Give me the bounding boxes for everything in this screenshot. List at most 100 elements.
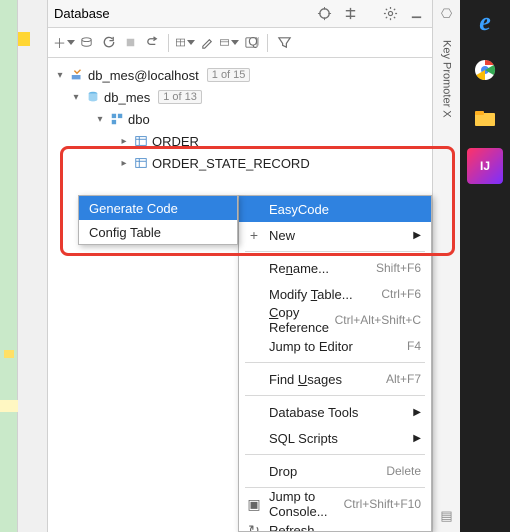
menu-label: Drop bbox=[269, 464, 297, 479]
chevron-down-icon[interactable]: ▾ bbox=[54, 70, 66, 81]
chevron-right-icon: ▶ bbox=[405, 433, 421, 444]
tree-label: ORDER bbox=[152, 134, 199, 149]
minimize-icon[interactable] bbox=[406, 4, 426, 24]
shortcut: Ctrl+F6 bbox=[381, 287, 421, 301]
windows-taskbar: e IJ bbox=[460, 0, 510, 532]
menu-separator bbox=[245, 454, 425, 455]
count-badge: 1 of 15 bbox=[207, 68, 251, 82]
editor-gutter-right bbox=[18, 0, 48, 532]
add-icon[interactable]: ＋ bbox=[54, 33, 74, 53]
menu-separator bbox=[245, 251, 425, 252]
svg-text:QL: QL bbox=[248, 35, 259, 48]
chevron-right-icon: ▶ bbox=[405, 407, 421, 418]
menu-item-sql-scripts[interactable]: SQL Scripts ▶ bbox=[239, 425, 431, 451]
menu-label: SQL Scripts bbox=[269, 431, 338, 446]
shortcut: Shift+F6 bbox=[376, 261, 421, 275]
panel-toolbar: ＋ QL bbox=[48, 28, 432, 58]
gutter-mark bbox=[18, 32, 30, 46]
table-icon bbox=[134, 134, 148, 148]
tree-label: dbo bbox=[128, 112, 150, 127]
tree-schema[interactable]: ▾ dbo bbox=[48, 108, 432, 130]
menu-item-jump-console[interactable]: ▣ Jump to Console...Ctrl+Shift+F10 bbox=[239, 491, 431, 517]
taskbar-app-intellij[interactable]: IJ bbox=[467, 148, 503, 184]
filter-icon[interactable] bbox=[274, 33, 294, 53]
chevron-down-icon[interactable]: ▾ bbox=[94, 114, 106, 125]
key-promoter-icon[interactable]: ⎔ bbox=[441, 6, 452, 22]
tree-label: db_mes bbox=[104, 90, 150, 105]
tree-table[interactable]: ▸ ORDER_STATE_RECORD bbox=[48, 152, 432, 174]
menu-label: Modify Table... bbox=[269, 287, 353, 302]
gear-icon[interactable] bbox=[380, 4, 400, 24]
split-icon[interactable] bbox=[340, 4, 360, 24]
menu-item-jump-editor[interactable]: Jump to Editor F4 bbox=[239, 333, 431, 359]
menu-item-database-tools[interactable]: Database Tools ▶ bbox=[239, 399, 431, 425]
tree-database[interactable]: ▾ db_mes 1 of 13 bbox=[48, 86, 432, 108]
console-icon: ▣ bbox=[245, 496, 263, 513]
shortcut: F4 bbox=[407, 339, 421, 353]
schema-icon bbox=[110, 112, 124, 126]
menu-item-easycode[interactable]: EasyCode bbox=[239, 196, 431, 222]
menu-separator bbox=[245, 487, 425, 488]
menu-label: Refresh bbox=[269, 523, 315, 532]
chevron-right-icon: ▶ bbox=[405, 230, 421, 241]
menu-item-drop[interactable]: Drop Delete bbox=[239, 458, 431, 484]
database-sidebar-icon[interactable]: ▤ bbox=[440, 508, 452, 524]
menu-item-refresh[interactable]: ↻Refresh bbox=[239, 517, 431, 532]
panel-title: Database bbox=[54, 6, 110, 21]
menu-label: Copy Reference bbox=[269, 305, 335, 335]
menu-label: EasyCode bbox=[269, 202, 329, 217]
menu-label: Database Tools bbox=[269, 405, 358, 420]
menu-label: Jump to Editor bbox=[269, 339, 353, 354]
shortcut: Ctrl+Shift+F10 bbox=[344, 497, 421, 511]
taskbar-app-edge[interactable]: e bbox=[467, 4, 503, 40]
plugin-submenu: Generate Code Config Table bbox=[78, 195, 238, 245]
view-icon[interactable] bbox=[219, 33, 239, 53]
shortcut: Ctrl+Alt+Shift+C bbox=[335, 313, 421, 327]
panel-titlebar: Database bbox=[48, 0, 432, 28]
menu-item-modify-table[interactable]: Modify Table... Ctrl+F6 bbox=[239, 281, 431, 307]
tree-datasource[interactable]: ▾ db_mes@localhost 1 of 15 bbox=[48, 64, 432, 86]
tree-table[interactable]: ▸ ORDER bbox=[48, 130, 432, 152]
menu-item-generate-code[interactable]: Generate Code bbox=[79, 196, 237, 220]
menu-item-config-table[interactable]: Config Table bbox=[79, 220, 237, 244]
database-tool-window: Database ＋ QL ▾ db_mes bbox=[48, 0, 432, 532]
menu-item-copy-reference[interactable]: Copy ReferenceCtrl+Alt+Shift+C bbox=[239, 307, 431, 333]
menu-item-find-usages[interactable]: Find UsagesAlt+F7 bbox=[239, 366, 431, 392]
context-menu: EasyCode +New▶ Rename...Shift+F6 Modify … bbox=[238, 195, 432, 532]
database-tree[interactable]: ▾ db_mes@localhost 1 of 15 ▾ db_mes 1 of… bbox=[48, 58, 432, 174]
chevron-down-icon[interactable]: ▾ bbox=[70, 92, 82, 103]
rollback-icon[interactable] bbox=[142, 33, 162, 53]
chevron-right-icon[interactable]: ▸ bbox=[118, 158, 130, 169]
table-icon[interactable] bbox=[175, 33, 195, 53]
chevron-right-icon[interactable]: ▸ bbox=[118, 136, 130, 147]
menu-item-new[interactable]: +New▶ bbox=[239, 222, 431, 248]
target-icon[interactable] bbox=[314, 4, 334, 24]
datasource-icon bbox=[70, 68, 84, 82]
sync-db-icon[interactable] bbox=[76, 33, 96, 53]
gutter-mark bbox=[0, 400, 18, 412]
console-icon[interactable]: QL bbox=[241, 33, 261, 53]
menu-label: Find Usages bbox=[269, 372, 342, 387]
table-icon bbox=[134, 156, 148, 170]
menu-separator bbox=[245, 395, 425, 396]
menu-item-rename[interactable]: Rename... Shift+F6 bbox=[239, 255, 431, 281]
shortcut: Delete bbox=[386, 464, 421, 478]
toolbar-separator bbox=[267, 34, 268, 52]
editor-gutter-left bbox=[0, 0, 18, 532]
count-badge: 1 of 13 bbox=[158, 90, 202, 104]
taskbar-app-explorer[interactable] bbox=[467, 100, 503, 136]
tree-label: db_mes@localhost bbox=[88, 68, 199, 83]
menu-separator bbox=[245, 362, 425, 363]
refresh-icon[interactable] bbox=[98, 33, 118, 53]
stop-icon[interactable] bbox=[120, 33, 140, 53]
edit-icon[interactable] bbox=[197, 33, 217, 53]
menu-label: New bbox=[269, 228, 295, 243]
taskbar-app-chrome[interactable] bbox=[467, 52, 503, 88]
database-icon bbox=[86, 90, 100, 104]
menu-label: Rename... bbox=[269, 261, 329, 276]
sidebar-label[interactable]: Key Promoter X bbox=[441, 40, 453, 118]
ide-right-sidebar: ⎔ Key Promoter X ▤ bbox=[432, 0, 460, 532]
tree-label: ORDER_STATE_RECORD bbox=[152, 156, 310, 171]
toolbar-separator bbox=[168, 34, 169, 52]
menu-label: Jump to Console... bbox=[269, 489, 344, 519]
